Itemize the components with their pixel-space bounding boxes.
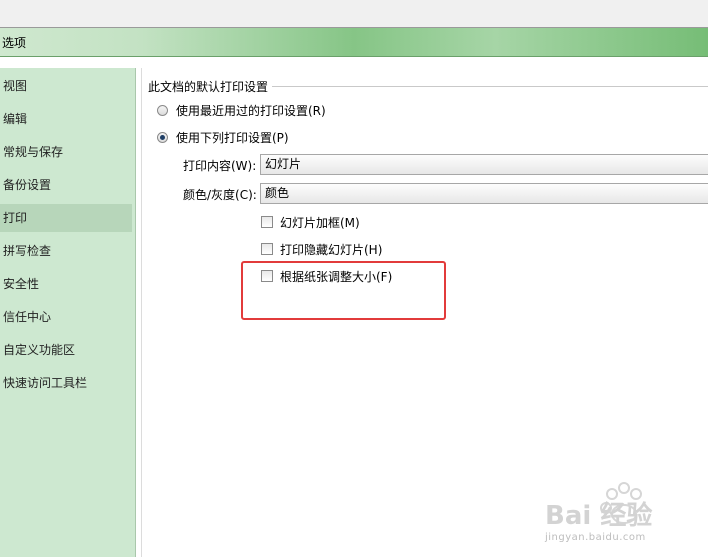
checkbox-frame-slides[interactable]: 幻灯片加框(M)	[261, 214, 360, 230]
sidebar-item-spelling[interactable]: 拼写检查	[0, 237, 132, 265]
checkbox-box[interactable]	[261, 216, 273, 228]
dialog-title: 选项	[2, 36, 27, 50]
top-strip	[0, 0, 708, 28]
group-divider-line	[272, 86, 708, 87]
sidebar-item-backup[interactable]: 备份设置	[0, 171, 132, 199]
sidebar-item-quick-access-toolbar[interactable]: 快速访问工具栏	[0, 369, 132, 397]
options-sidebar: 视图 编辑 常规与保存 备份设置 打印 拼写检查 安全性 信任中心 自定义功能区…	[0, 68, 136, 557]
print-content-label: 打印内容(W):	[183, 159, 257, 173]
red-highlight-box	[241, 261, 446, 320]
radio-label: 使用最近用过的打印设置(R)	[176, 103, 326, 118]
watermark-url: jingyan.baidu.com	[545, 532, 646, 543]
sidebar-item-customize-ribbon[interactable]: 自定义功能区	[0, 336, 132, 364]
sidebar-item-print[interactable]: 打印	[0, 204, 132, 232]
sidebar-item-general-save[interactable]: 常规与保存	[0, 138, 132, 166]
print-settings-group-label: 此文档的默认打印设置	[148, 78, 273, 95]
print-content-select[interactable]: 幻灯片	[260, 154, 708, 175]
radio-use-following-settings[interactable]: 使用下列打印设置(P)	[157, 129, 289, 145]
radio-label: 使用下列打印设置(P)	[176, 130, 289, 145]
radio-button-checked[interactable]	[157, 131, 168, 143]
radio-use-recent-settings[interactable]: 使用最近用过的打印设置(R)	[157, 102, 326, 118]
color-grayscale-select[interactable]: 颜色	[260, 183, 708, 204]
checkbox-label: 幻灯片加框(M)	[280, 215, 360, 230]
sidebar-item-view[interactable]: 视图	[0, 72, 132, 100]
watermark-brand-text: Bai 经验	[545, 501, 653, 531]
panel-divider	[141, 68, 142, 557]
checkbox-label: 打印隐藏幻灯片(H)	[280, 242, 383, 257]
sidebar-item-trust-center[interactable]: 信任中心	[0, 303, 132, 331]
sidebar-item-edit[interactable]: 编辑	[0, 105, 132, 133]
color-grayscale-label: 颜色/灰度(C):	[183, 188, 257, 202]
dialog-title-bar: 选项	[0, 28, 708, 57]
sidebar-item-security[interactable]: 安全性	[0, 270, 132, 298]
checkbox-print-hidden-slides[interactable]: 打印隐藏幻灯片(H)	[261, 241, 382, 257]
radio-button[interactable]	[157, 104, 168, 116]
checkbox-box[interactable]	[261, 243, 273, 255]
